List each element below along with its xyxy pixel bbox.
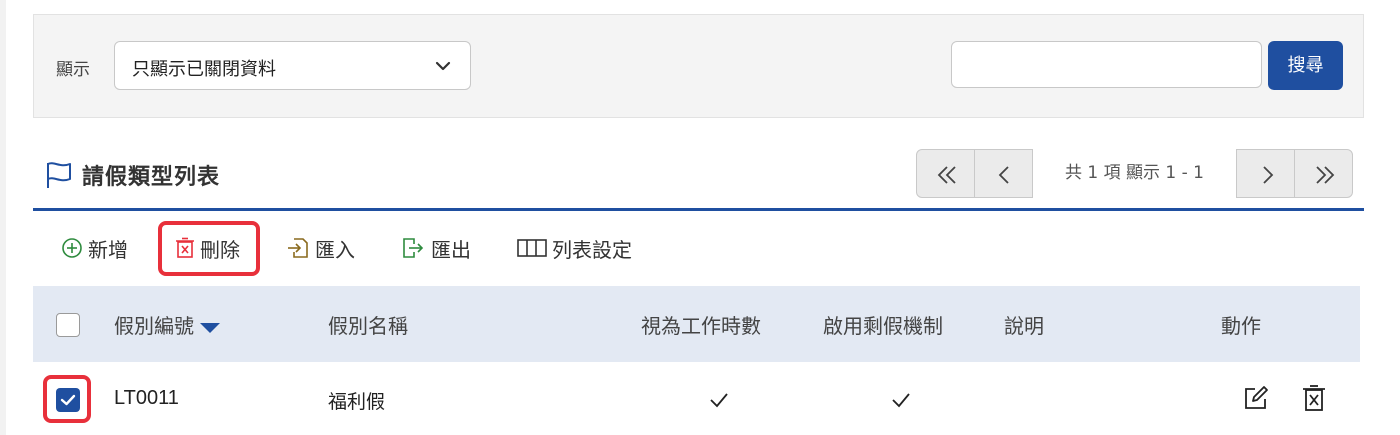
columns-icon bbox=[517, 239, 547, 257]
table-row: LT0011 福利假 bbox=[33, 362, 1360, 435]
export-button-label: 匯出 bbox=[431, 237, 471, 262]
add-button[interactable]: 新增 bbox=[61, 230, 128, 266]
chevron-right-icon bbox=[1263, 166, 1274, 184]
first-page-button[interactable] bbox=[916, 149, 975, 198]
double-chevron-right-icon bbox=[1316, 166, 1335, 184]
sort-desc-icon bbox=[200, 322, 220, 333]
list-settings-label: 列表設定 bbox=[552, 237, 632, 262]
row-checkbox[interactable] bbox=[56, 388, 80, 412]
display-filter-select[interactable]: 只顯示已關閉資料 bbox=[114, 41, 471, 90]
import-button[interactable]: 匯入 bbox=[286, 230, 355, 266]
header-id[interactable]: 假別編號 bbox=[114, 310, 220, 339]
filter-label: 顯示 bbox=[56, 60, 90, 80]
export-button[interactable]: 匯出 bbox=[400, 230, 471, 266]
list-title: 請假類型列表 bbox=[44, 158, 220, 192]
header-name[interactable]: 假別名稱 bbox=[328, 310, 408, 339]
toolbar: 新增 刪除 匯入 匯出 列表設定 bbox=[33, 218, 1364, 278]
search-input[interactable] bbox=[951, 41, 1262, 88]
select-all-checkbox[interactable] bbox=[56, 313, 80, 337]
prev-page-button[interactable] bbox=[974, 149, 1033, 198]
chevron-left-icon bbox=[998, 166, 1009, 184]
list-settings-button[interactable]: 列表設定 bbox=[517, 230, 632, 266]
check-icon bbox=[892, 393, 910, 408]
search-button[interactable]: 搜尋 bbox=[1268, 41, 1343, 90]
header-enable-remaining[interactable]: 啟用剩假機制 bbox=[823, 310, 943, 339]
cell-name: 福利假 bbox=[328, 391, 386, 413]
page-title: 請假類型列表 bbox=[82, 165, 221, 190]
edit-icon[interactable] bbox=[1242, 384, 1270, 412]
checkmark-icon bbox=[60, 394, 76, 406]
export-icon bbox=[403, 238, 424, 258]
import-icon bbox=[288, 238, 308, 258]
add-button-label: 新增 bbox=[88, 237, 128, 262]
delete-box-icon bbox=[176, 237, 194, 258]
header-note[interactable]: 說明 bbox=[1004, 310, 1044, 339]
double-chevron-left-icon bbox=[937, 166, 956, 184]
cell-id: LT0011 bbox=[114, 387, 179, 409]
check-icon bbox=[710, 393, 728, 408]
table-header: 假別編號 假別名稱 視為工作時數 啟用剩假機制 說明 動作 bbox=[33, 286, 1360, 362]
trash-icon[interactable] bbox=[1301, 384, 1327, 412]
section-divider bbox=[33, 208, 1364, 211]
delete-button-label: 刪除 bbox=[200, 237, 240, 262]
flag-icon bbox=[47, 162, 71, 188]
pagination-info: 共 1 項 顯示 1 - 1 bbox=[1064, 163, 1204, 183]
left-edge bbox=[0, 0, 6, 435]
plus-circle-icon bbox=[62, 238, 82, 258]
import-button-label: 匯入 bbox=[315, 237, 355, 262]
pagination: 共 1 項 顯示 1 - 1 bbox=[916, 149, 1354, 198]
header-count-as-work[interactable]: 視為工作時數 bbox=[641, 310, 761, 339]
display-filter-value: 只顯示已關閉資料 bbox=[132, 59, 276, 80]
header-actions: 動作 bbox=[1221, 314, 1261, 338]
chevron-down-icon bbox=[435, 61, 451, 71]
delete-button[interactable]: 刪除 bbox=[175, 230, 240, 266]
last-page-button[interactable] bbox=[1294, 149, 1353, 198]
filter-panel: 顯示 只顯示已關閉資料 搜尋 bbox=[33, 14, 1364, 118]
next-page-button[interactable] bbox=[1236, 149, 1295, 198]
